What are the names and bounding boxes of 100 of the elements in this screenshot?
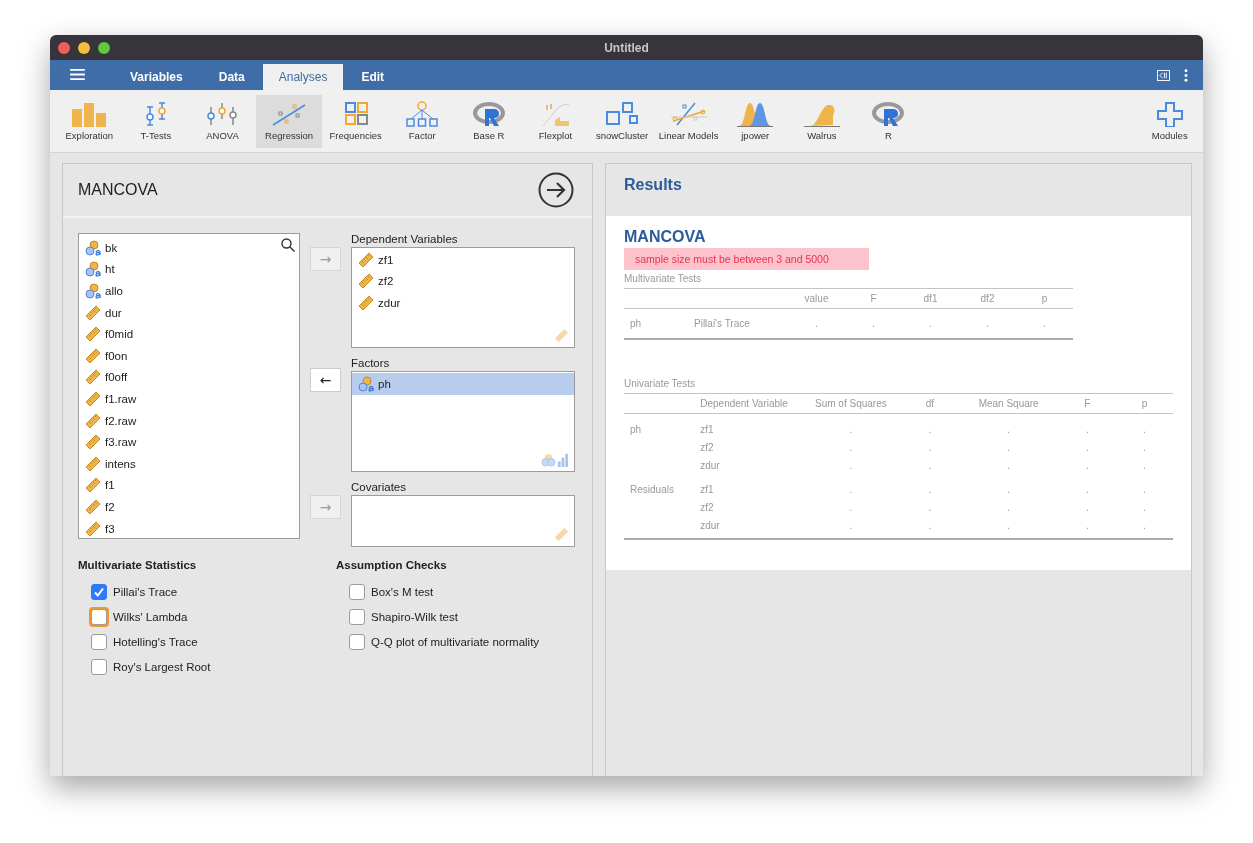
- table-cell: .: [1007, 423, 1011, 435]
- variable-item[interactable]: allo: [79, 280, 299, 302]
- tab[interactable]: Variables: [112, 64, 201, 90]
- column-header: F: [1084, 398, 1091, 409]
- table-cell: ph: [630, 423, 642, 435]
- variable-item[interactable]: bk: [79, 237, 299, 259]
- checkbox[interactable]: [91, 583, 107, 600]
- table-cell: .: [1085, 459, 1089, 471]
- variable-item[interactable]: f2.raw: [79, 409, 299, 432]
- checkbox[interactable]: [349, 633, 365, 650]
- table-cell: .: [815, 318, 818, 329]
- checkbox[interactable]: [349, 583, 365, 600]
- variable-item[interactable]: f3: [79, 517, 299, 540]
- nominal-variable-icon: [85, 261, 101, 278]
- table-cell: zdur: [700, 519, 720, 531]
- nominal-variable-icon: [358, 375, 374, 392]
- variable-item[interactable]: zf2: [352, 270, 574, 293]
- list-label: Factors: [351, 357, 391, 369]
- table-cell: .: [849, 441, 853, 453]
- toolbar-button[interactable]: snowCluster: [588, 94, 656, 148]
- checkbox-option[interactable]: Wilks' Lambda: [78, 604, 288, 629]
- tab[interactable]: Data: [200, 64, 263, 90]
- checkbox[interactable]: [349, 608, 365, 625]
- nominal-variable-icon: [85, 239, 101, 256]
- column-header: p: [1041, 293, 1048, 304]
- table-cell: zf2: [700, 441, 714, 453]
- toolbar-button[interactable]: Linear Models: [655, 94, 722, 148]
- table-cell: zdur: [700, 459, 720, 471]
- toolbar-button[interactable]: Base R: [455, 94, 523, 148]
- table-cell: .: [1085, 501, 1089, 513]
- ruler-icon: [554, 328, 569, 343]
- checkbox-option[interactable]: Box's M test: [336, 579, 546, 604]
- table-cell: .: [928, 423, 932, 435]
- variable-item[interactable]: f2: [79, 496, 299, 518]
- ruler-icon: [85, 412, 101, 429]
- variable-item[interactable]: f0mid: [79, 323, 299, 345]
- table-cell: .: [928, 501, 932, 513]
- variable-item[interactable]: zf1: [352, 249, 574, 271]
- variable-item[interactable]: zdur: [352, 292, 574, 314]
- checkbox-option[interactable]: Hotelling's Trace: [78, 629, 288, 654]
- toolbar-button[interactable]: T-Tests: [122, 94, 190, 148]
- ruler-icon: [85, 326, 101, 343]
- table-cell: .: [1143, 441, 1146, 453]
- checkbox-option[interactable]: Roy's Largest Root: [78, 654, 288, 679]
- table-cell: .: [1143, 459, 1146, 471]
- table-title: Multivariate Tests: [624, 273, 702, 284]
- variable-item[interactable]: f3.raw: [79, 431, 299, 453]
- toolbar-button[interactable]: Frequencies: [322, 94, 389, 148]
- toolbar-button[interactable]: ANOVA: [189, 94, 256, 148]
- toolbar-button[interactable]: R: [855, 94, 922, 148]
- more-icon[interactable]: [1184, 69, 1188, 82]
- menu-icon[interactable]: [70, 69, 85, 80]
- variable-item[interactable]: f0off: [79, 366, 299, 389]
- variable-item[interactable]: ht: [79, 258, 299, 281]
- move-button[interactable]: ←: [310, 368, 341, 392]
- table-cell: .: [849, 459, 853, 471]
- toolbar-button[interactable]: Regression: [255, 94, 323, 148]
- variable-item[interactable]: f1: [79, 474, 299, 497]
- table-cell: Residuals: [630, 483, 674, 495]
- minimize-icon[interactable]: [78, 41, 90, 54]
- table-cell: .: [1007, 519, 1011, 531]
- checkbox-option[interactable]: Shapiro-Wilk test: [336, 604, 546, 629]
- variable-item[interactable]: f1.raw: [79, 388, 299, 410]
- close-icon[interactable]: [58, 41, 70, 54]
- checkbox[interactable]: [91, 633, 107, 650]
- tab[interactable]: Edit: [343, 64, 403, 90]
- table-cell: .: [1007, 459, 1011, 471]
- toolbar-button[interactable]: Flexplot: [522, 94, 589, 148]
- ruler-icon: [85, 520, 101, 537]
- table-cell: zf2: [700, 501, 714, 513]
- arrow-circle-icon[interactable]: [538, 172, 574, 208]
- table-cell: .: [1085, 483, 1089, 495]
- variable-item[interactable]: dur: [79, 301, 299, 324]
- variable-item[interactable]: f0on: [79, 344, 299, 367]
- column-header: Mean Square: [978, 398, 1039, 409]
- zoom-icon[interactable]: [98, 41, 110, 54]
- toolbar-button[interactable]: Factor: [388, 94, 456, 148]
- tab[interactable]: Analyses: [262, 64, 344, 90]
- column-header: Sum of Squares: [815, 398, 887, 409]
- variable-item[interactable]: ph: [352, 373, 574, 395]
- toolbar-button[interactable]: jpower: [721, 94, 789, 148]
- results-title: MANCOVA: [624, 228, 706, 246]
- table-cell: zf1: [700, 423, 714, 435]
- table-cell: .: [1143, 423, 1146, 435]
- checkbox-option[interactable]: Q-Q plot of multivariate normality: [336, 629, 546, 654]
- table-cell: .: [849, 501, 853, 513]
- search-icon[interactable]: [281, 238, 295, 252]
- list-label: Dependent Variables: [351, 233, 459, 245]
- table-cell: .: [849, 423, 853, 435]
- toolbar-button[interactable]: Exploration: [56, 94, 123, 148]
- variable-item[interactable]: intens: [79, 452, 299, 475]
- code-icon[interactable]: [1157, 70, 1170, 81]
- toolbar-button[interactable]: Walrus: [788, 94, 856, 148]
- modules-button[interactable]: Modules: [1136, 94, 1203, 148]
- column-header: df: [925, 398, 935, 409]
- checkbox[interactable]: [91, 658, 107, 675]
- ruler-icon: [85, 347, 101, 364]
- checkbox-option[interactable]: Pillai's Trace: [78, 579, 288, 604]
- table-cell: Pillai's Trace: [694, 318, 750, 329]
- curves-icon: [735, 101, 776, 127]
